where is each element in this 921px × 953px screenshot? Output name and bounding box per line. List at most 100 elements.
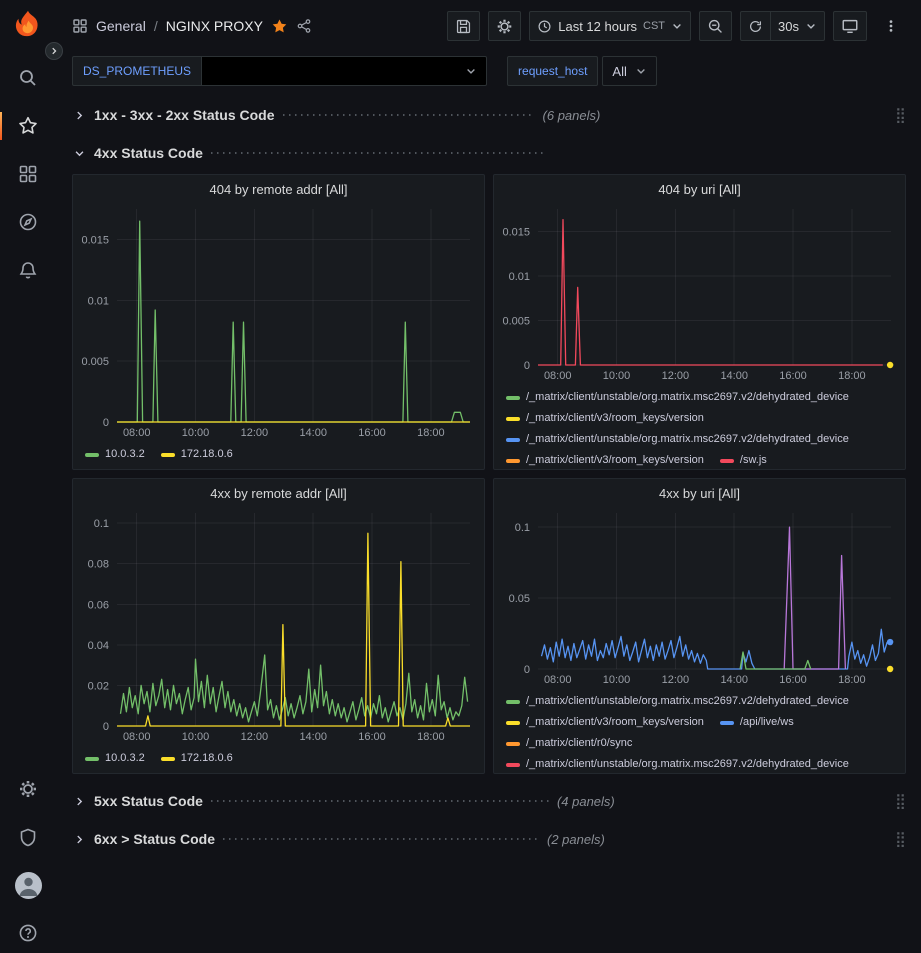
svg-text:12:00: 12:00: [662, 370, 690, 382]
legend-item[interactable]: 172.18.0.6: [161, 748, 233, 769]
toolbar-actions: Last 12 hours CST 30s: [447, 11, 907, 41]
main-area: General / NGINX PROXY Last 12: [56, 0, 921, 953]
svg-text:08:00: 08:00: [123, 731, 151, 743]
chevron-down-icon: [671, 20, 683, 32]
zoom-out-button[interactable]: [699, 11, 732, 41]
sidebar-item-explore[interactable]: [8, 202, 48, 242]
legend-item[interactable]: /_matrix/client/v3/room_keys/version: [506, 408, 704, 429]
help-icon: [18, 923, 38, 943]
svg-text:0.005: 0.005: [81, 356, 109, 368]
dashboard-body: 1xx - 3xx - 2xx Status Code (6 panels) ⣿…: [56, 96, 921, 953]
svg-text:18:00: 18:00: [838, 370, 866, 382]
sidebar-main-nav: [8, 58, 48, 290]
breadcrumb-separator: /: [154, 18, 158, 34]
chart-404-by-remote-addr[interactable]: 08:0010:0012:0014:0016:0018:0000.0050.01…: [73, 201, 484, 442]
refresh-interval-dropdown[interactable]: 30s: [771, 11, 825, 41]
variable-label-request-host: request_host: [507, 56, 598, 86]
row-title: 1xx - 3xx - 2xx Status Code: [94, 107, 275, 123]
active-section-indicator: [0, 112, 2, 140]
chart-4xx-by-uri[interactable]: 08:0010:0012:0014:0016:0018:0000.050.1: [494, 505, 905, 689]
grafana-logo[interactable]: [10, 8, 46, 44]
search-icon: [18, 68, 38, 88]
drag-handle-icon[interactable]: ⣿: [895, 832, 906, 847]
svg-text:0: 0: [103, 721, 109, 733]
dashboard-row-6xx[interactable]: 6xx > Status Code (2 panels) ⣿: [72, 824, 906, 854]
panel-404-by-uri: 404 by uri [All] 08:0010:0012:0014:0016:…: [493, 174, 906, 470]
sidebar-item-server-admin[interactable]: [8, 817, 48, 857]
request-host-dropdown[interactable]: All: [602, 56, 656, 86]
svg-text:0: 0: [524, 360, 530, 372]
dotted-leader: [211, 152, 543, 154]
sidebar-item-dashboards[interactable]: [8, 154, 48, 194]
drag-handle-icon[interactable]: ⣿: [895, 794, 906, 809]
legend-item[interactable]: 10.0.3.2: [85, 748, 145, 769]
row-panel-count: (6 panels): [543, 108, 601, 123]
dashboard-row-4xx[interactable]: 4xx Status Code: [72, 138, 906, 168]
star-icon: [18, 116, 38, 136]
panel-title[interactable]: 404 by uri [All]: [494, 175, 905, 201]
svg-text:0: 0: [524, 664, 530, 676]
chart-4xx-by-remote-addr[interactable]: 08:0010:0012:0014:0016:0018:0000.020.040…: [73, 505, 484, 746]
kebab-menu[interactable]: [875, 11, 907, 41]
sidebar-item-starred[interactable]: [8, 106, 48, 146]
datasource-dropdown[interactable]: [201, 56, 487, 86]
dashboard-settings-button[interactable]: [488, 11, 521, 41]
gear-icon: [496, 18, 513, 35]
svg-text:16:00: 16:00: [779, 370, 807, 382]
sidebar-item-configuration[interactable]: [8, 769, 48, 809]
legend-item[interactable]: /_matrix/client/v3/room_keys/version: [506, 450, 704, 469]
legend-item[interactable]: 172.18.0.6: [161, 444, 233, 465]
chevron-right-icon: [49, 46, 59, 56]
tv-view-button[interactable]: [833, 11, 867, 41]
sidebar-item-profile[interactable]: [8, 865, 48, 905]
svg-text:14:00: 14:00: [299, 427, 327, 439]
breadcrumb-section[interactable]: General: [96, 18, 146, 34]
legend-item[interactable]: /_matrix/client/v3/room_keys/version: [506, 712, 704, 733]
panel-4xx-by-remote-addr: 4xx by remote addr [All] 08:0010:0012:00…: [72, 478, 485, 774]
drag-handle-icon[interactable]: ⣿: [895, 108, 906, 123]
legend-item[interactable]: /sw.js: [720, 450, 767, 469]
svg-text:0.01: 0.01: [509, 271, 530, 283]
timezone-label: CST: [643, 20, 665, 32]
svg-text:0.005: 0.005: [502, 315, 530, 327]
svg-text:16:00: 16:00: [358, 427, 386, 439]
legend-item[interactable]: /_matrix/client/unstable/org.matrix.msc2…: [506, 429, 849, 450]
monitor-icon: [841, 17, 859, 35]
favorite-star-icon[interactable]: [271, 18, 288, 35]
panel-legend: 10.0.3.2 172.18.0.6: [73, 746, 484, 773]
refresh-button[interactable]: [740, 11, 771, 41]
panel-title[interactable]: 404 by remote addr [All]: [73, 175, 484, 201]
dotted-leader: [223, 838, 539, 840]
legend-item[interactable]: /_matrix/client/unstable/org.matrix.msc2…: [506, 691, 849, 712]
chevron-down-icon: [805, 20, 817, 32]
legend-series-marker: [161, 453, 175, 457]
svg-text:12:00: 12:00: [662, 674, 690, 686]
svg-text:0.015: 0.015: [81, 234, 109, 246]
legend-item[interactable]: /_matrix/client/r0/sync: [506, 733, 632, 754]
time-range-picker[interactable]: Last 12 hours CST: [529, 11, 691, 41]
panel-title[interactable]: 4xx by remote addr [All]: [73, 479, 484, 505]
legend-series-marker: [506, 700, 520, 704]
legend-item[interactable]: 10.0.3.2: [85, 444, 145, 465]
top-navigation: General / NGINX PROXY Last 12: [56, 0, 921, 52]
legend-item[interactable]: /api/live/ws: [720, 712, 794, 733]
dashboard-row-1xx-3xx-2xx[interactable]: 1xx - 3xx - 2xx Status Code (6 panels) ⣿: [72, 100, 906, 130]
gear-icon: [18, 779, 38, 799]
chevron-down-icon: [635, 65, 647, 77]
save-dashboard-button[interactable]: [447, 11, 480, 41]
sidebar-expand-button[interactable]: [45, 42, 63, 60]
share-icon[interactable]: [296, 18, 312, 34]
sidebar-item-alerting[interactable]: [8, 250, 48, 290]
legend-item[interactable]: /_matrix/client/unstable/org.matrix.msc2…: [506, 754, 849, 773]
dashboard-title[interactable]: NGINX PROXY: [166, 18, 263, 34]
legend-item[interactable]: /_matrix/client/unstable/org.matrix.msc2…: [506, 387, 849, 408]
row-title: 5xx Status Code: [94, 793, 203, 809]
sidebar-item-help[interactable]: [8, 913, 48, 953]
row-panel-count: (4 panels): [557, 794, 615, 809]
panel-title[interactable]: 4xx by uri [All]: [494, 479, 905, 505]
dashboard-row-5xx[interactable]: 5xx Status Code (4 panels) ⣿: [72, 786, 906, 816]
chart-404-by-uri[interactable]: 08:0010:0012:0014:0016:0018:0000.0050.01…: [494, 201, 905, 385]
refresh-button-group: 30s: [740, 11, 825, 41]
sidebar-item-search[interactable]: [8, 58, 48, 98]
dotted-leader: [283, 114, 535, 116]
